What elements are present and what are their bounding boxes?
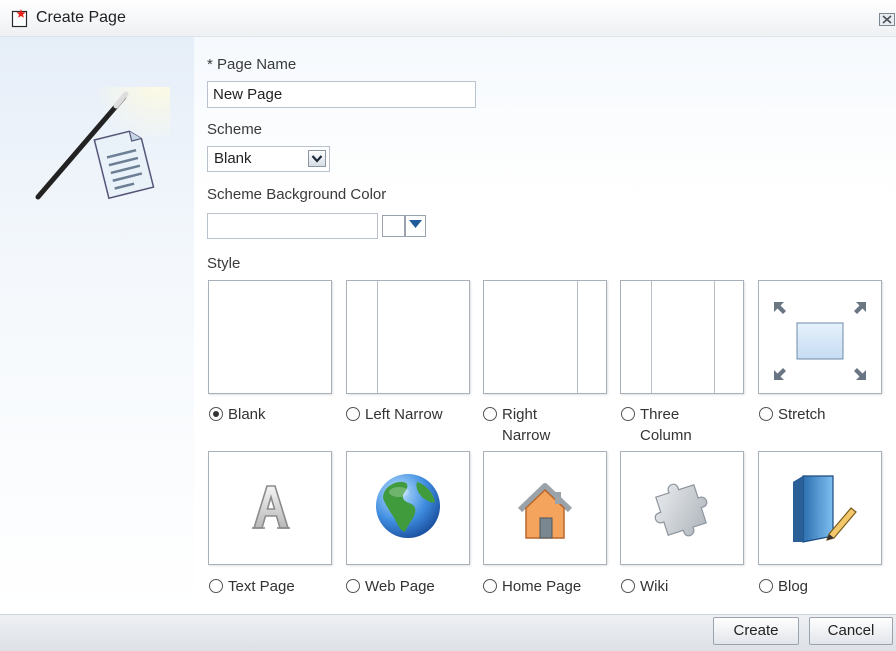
radio-home-page[interactable] (483, 579, 497, 593)
puzzle-piece-icon (621, 452, 743, 568)
page-name-label: * Page Name (207, 56, 297, 73)
bg-color-input[interactable] (207, 213, 378, 239)
column-divider (651, 281, 652, 393)
style-label-blog: Blog (778, 578, 809, 595)
wizard-icon (30, 54, 185, 221)
scheme-selected-value: Blank (214, 150, 252, 167)
radio-blog[interactable] (759, 579, 773, 593)
page-name-input[interactable] (207, 81, 476, 108)
column-divider (377, 281, 378, 393)
chevron-down-icon[interactable] (308, 150, 326, 167)
column-divider (577, 281, 578, 393)
style-label-blank: Blank (228, 406, 266, 423)
close-icon[interactable] (879, 13, 895, 26)
style-thumb-stretch[interactable] (758, 280, 882, 394)
style-thumb-left-narrow[interactable] (346, 280, 470, 394)
bg-color-label: Scheme Background Color (207, 186, 387, 203)
style-thumb-blank[interactable] (208, 280, 332, 394)
cancel-button[interactable]: Cancel (809, 617, 893, 645)
style-thumb-three-column[interactable] (620, 280, 744, 394)
radio-wiki[interactable] (621, 579, 635, 593)
style-label-stretch: Stretch (778, 406, 826, 423)
create-button[interactable]: Create (713, 617, 799, 645)
style-label-three-column: Three Column (640, 406, 692, 444)
style-label-web-page: Web Page (365, 578, 435, 595)
create-page-icon (11, 9, 29, 32)
style-thumb-wiki[interactable] (620, 451, 744, 565)
radio-blank[interactable] (209, 407, 223, 421)
color-picker-button[interactable] (382, 215, 428, 237)
dialog-title: Create Page (36, 9, 126, 26)
style-label-home-page: Home Page (502, 578, 582, 595)
house-icon (484, 452, 606, 568)
style-thumb-web-page[interactable] (346, 451, 470, 565)
style-label-left-narrow: Left Narrow (365, 406, 443, 423)
dialog-titlebar: Create Page (0, 0, 896, 37)
book-pencil-icon (759, 452, 881, 568)
style-label-wiki: Wiki (640, 578, 669, 595)
style-label-text-page: Text Page (228, 578, 295, 595)
style-thumb-right-narrow[interactable] (483, 280, 607, 394)
scheme-label: Scheme (207, 121, 263, 138)
style-label-right-narrow: Right Narrow (502, 406, 551, 444)
radio-stretch[interactable] (759, 407, 773, 421)
style-thumb-home-page[interactable] (483, 451, 607, 565)
globe-icon (347, 452, 469, 568)
scheme-select[interactable]: Blank (207, 146, 330, 172)
style-label: Style (207, 255, 241, 272)
column-divider (714, 281, 715, 393)
radio-text-page[interactable] (209, 579, 223, 593)
radio-right-narrow[interactable] (483, 407, 497, 421)
radio-web-page[interactable] (346, 579, 360, 593)
radio-left-narrow[interactable] (346, 407, 360, 421)
style-thumb-text-page[interactable] (208, 451, 332, 565)
style-thumb-blog[interactable] (758, 451, 882, 565)
radio-three-column[interactable] (621, 407, 635, 421)
stretch-icon (759, 281, 881, 397)
wizard-pane (0, 37, 194, 614)
letter-a-icon (209, 452, 331, 568)
